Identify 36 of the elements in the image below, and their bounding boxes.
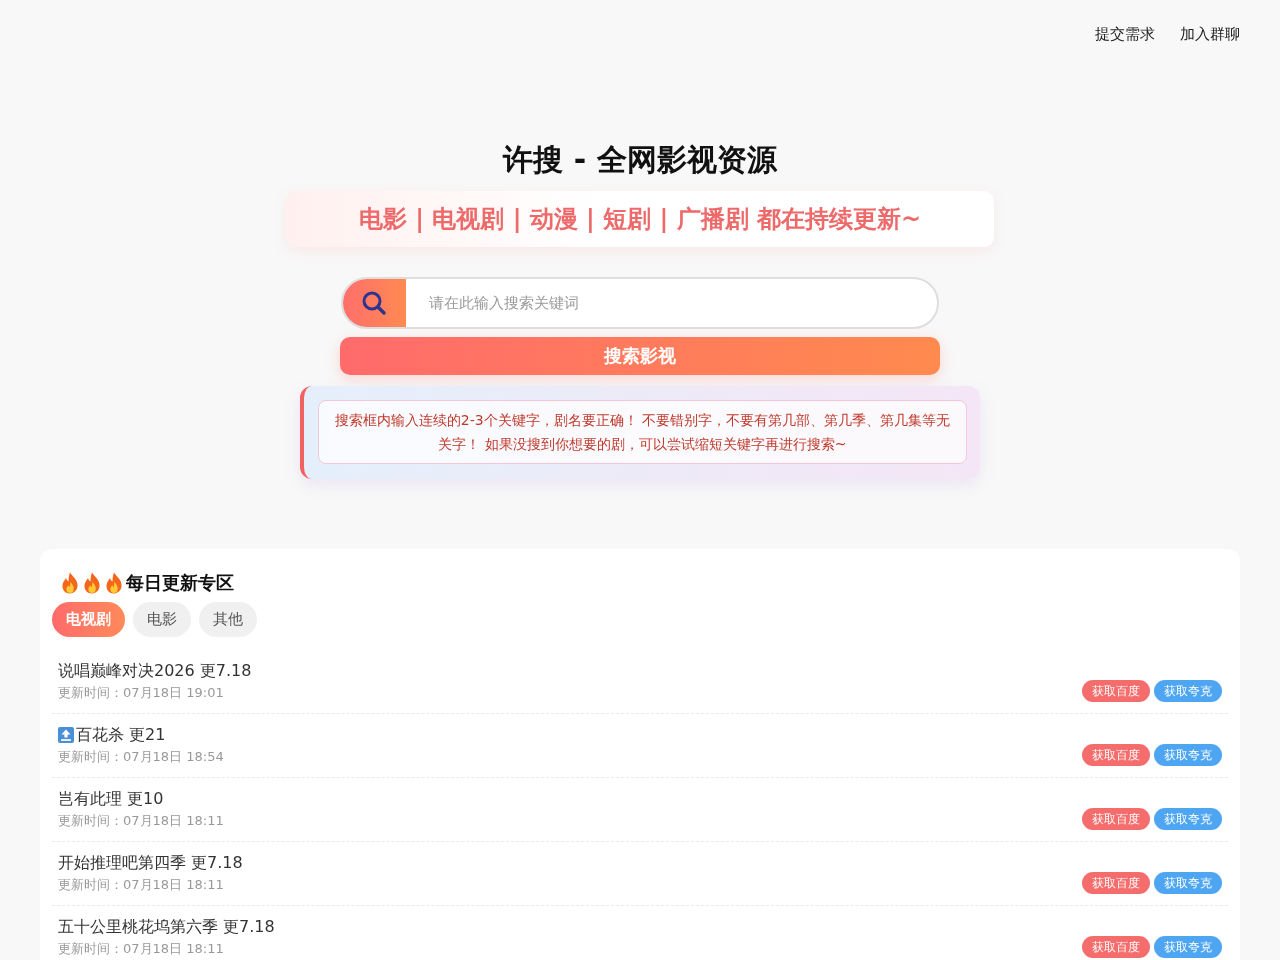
get-link-button[interactable]: 获取夸克	[1154, 872, 1222, 894]
nav-link[interactable]: 加入群聊	[1180, 24, 1240, 44]
update-time: 更新时间：07月18日 18:54	[58, 748, 224, 766]
update-time: 更新时间：07月18日 18:11	[58, 812, 224, 830]
update-time: 更新时间：07月18日 19:01	[58, 684, 225, 702]
get-link-button[interactable]: 获取百度	[1082, 936, 1150, 958]
update-time: 更新时间：07月18日 18:11	[58, 940, 225, 958]
get-link-button[interactable]: 获取夸克	[1154, 936, 1222, 958]
notice-text: 搜索框内输入连续的2-3个关键字，剧名要正确！ 不要错别字，不要有第几部、第几季、第几集等无关字！ 如果没搜到你想要的剧，可以尝试缩短关键字再进行搜索~	[318, 400, 967, 464]
get-link-button[interactable]: 获取夸克	[1154, 680, 1222, 702]
section-title: 每日更新专区	[126, 571, 234, 595]
category-tab[interactable]: 电影	[133, 602, 191, 637]
nav-link[interactable]: 提交需求	[1095, 24, 1155, 44]
category-tab[interactable]: 其他	[199, 602, 257, 637]
show-title: 百花杀 更21	[76, 724, 166, 746]
get-link-button[interactable]: 获取百度	[1082, 744, 1150, 766]
fire-icon	[82, 572, 102, 594]
subtitle-banner: 电影 | 电视剧 | 动漫 | 短剧 | 广播剧 都在持续更新~	[286, 191, 994, 247]
get-link-button[interactable]: 获取夸克	[1154, 808, 1222, 830]
category-tab[interactable]: 电视剧	[52, 602, 125, 637]
show-title: 开始推理吧第四季 更7.18	[58, 852, 243, 874]
fire-icon	[104, 572, 124, 594]
update-time: 更新时间：07月18日 18:11	[58, 876, 225, 894]
get-link-button[interactable]: 获取百度	[1082, 680, 1150, 702]
search-icon	[343, 279, 406, 327]
search-input[interactable]: 请在此输入搜索关键词	[406, 279, 937, 327]
show-title: 岂有此理 更10	[58, 788, 164, 810]
show-title: 说唱巅峰对决2026 更7.18	[58, 660, 252, 682]
search-button[interactable]: 搜索影视	[340, 337, 940, 375]
search-field[interactable]: 请在此输入搜索关键词	[341, 277, 939, 329]
get-link-button[interactable]: 获取百度	[1082, 808, 1150, 830]
show-title: 五十公里桃花坞第六季 更7.18	[58, 916, 275, 938]
site-title: 许搜 - 全网影视资源	[503, 142, 777, 178]
fire-icon	[60, 572, 80, 594]
get-link-button[interactable]: 获取百度	[1082, 872, 1150, 894]
get-link-button[interactable]: 获取夸克	[1154, 744, 1222, 766]
